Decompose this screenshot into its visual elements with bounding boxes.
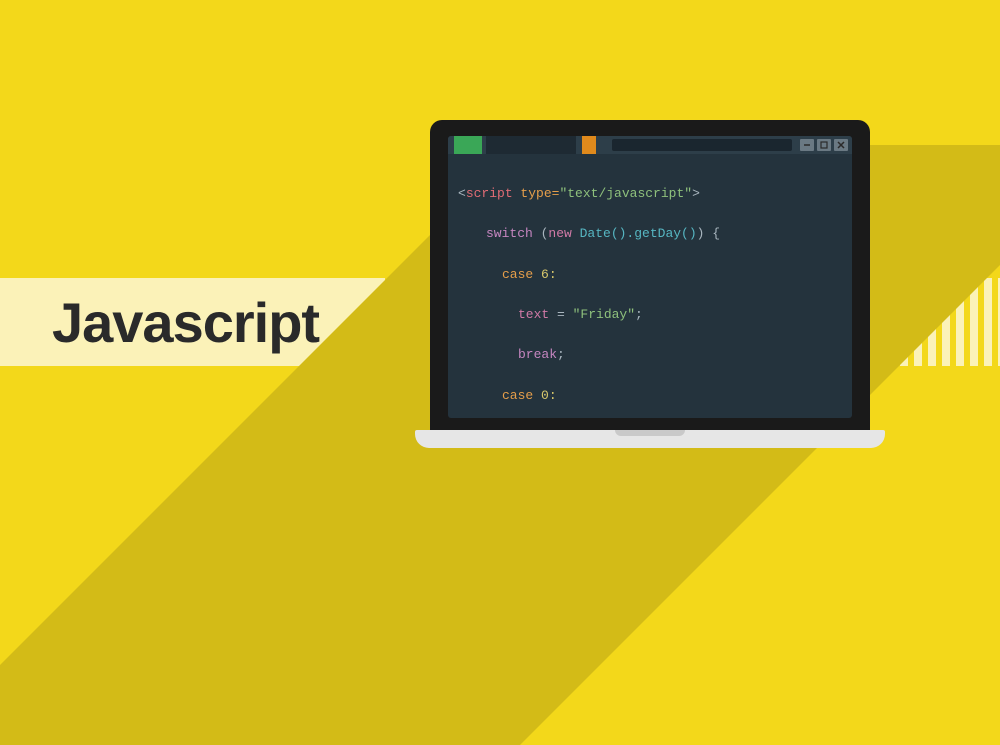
laptop-base <box>415 430 885 448</box>
code-line: switch (new Date().getDay()) { <box>458 224 846 244</box>
page-title: Javascript <box>52 290 319 355</box>
laptop: <script type="text/javascript"> switch (… <box>430 120 870 448</box>
code-line: break; <box>458 345 846 365</box>
minimize-icon <box>803 141 811 149</box>
tab-modified-indicator <box>582 136 596 154</box>
window-controls <box>800 139 848 151</box>
code-line: case 0: <box>458 386 846 406</box>
editor-tabbar <box>448 136 852 154</box>
laptop-bezel: <script type="text/javascript"> switch (… <box>430 120 870 430</box>
code-line: <script type="text/javascript"> <box>458 184 846 204</box>
close-icon <box>837 141 845 149</box>
minimize-button[interactable] <box>800 139 814 151</box>
close-button[interactable] <box>834 139 848 151</box>
laptop-notch <box>615 430 685 436</box>
tab-item[interactable] <box>486 136 576 154</box>
code-line: text = "Friday"; <box>458 305 846 325</box>
code-line: case 6: <box>458 265 846 285</box>
tab-active-indicator <box>454 136 482 154</box>
code-block: <script type="text/javascript"> switch (… <box>448 154 852 418</box>
address-bar[interactable] <box>612 139 792 151</box>
maximize-icon <box>820 141 828 149</box>
editor-screen: <script type="text/javascript"> switch (… <box>448 136 852 418</box>
maximize-button[interactable] <box>817 139 831 151</box>
